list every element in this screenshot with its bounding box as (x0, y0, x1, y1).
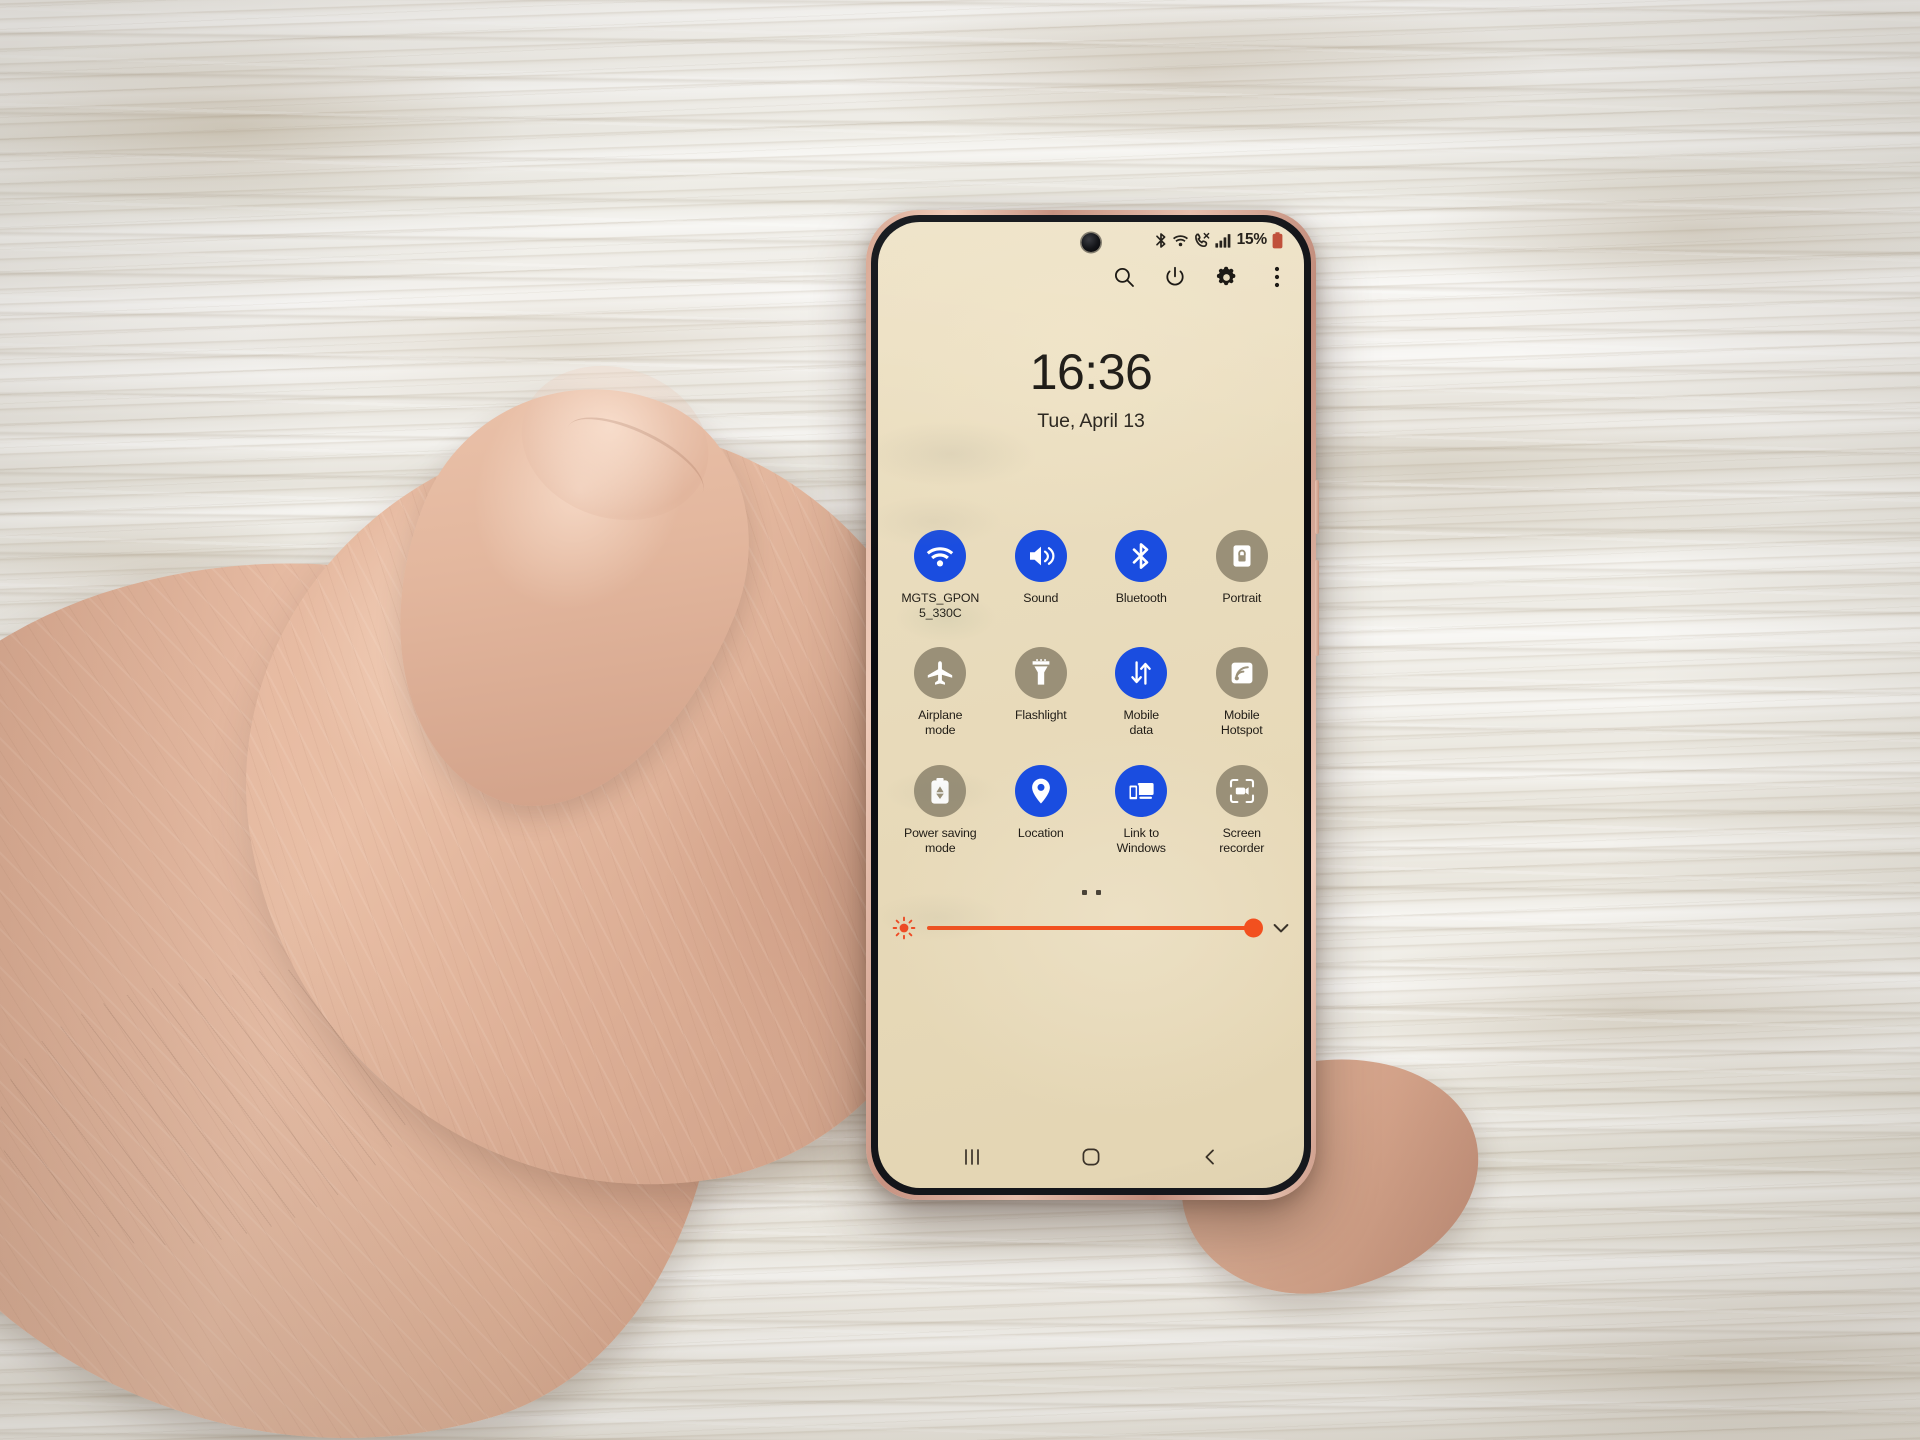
more-options-icon[interactable] (1264, 264, 1290, 290)
photo-scene: 15% (0, 0, 1920, 1440)
quick-panel-toolbar (1111, 264, 1290, 290)
photo-vignette (0, 0, 1920, 1440)
volume-side-button[interactable] (1315, 560, 1319, 656)
power-icon[interactable] (1162, 264, 1188, 290)
search-icon[interactable] (1111, 264, 1137, 290)
settings-gear-icon[interactable] (1213, 264, 1239, 290)
battery-percentage: 15% (1236, 231, 1268, 248)
power-side-button[interactable] (1315, 480, 1319, 534)
status-bar: 15% (1155, 231, 1283, 249)
call-network-icon (1194, 232, 1210, 248)
bluetooth-icon (1155, 232, 1167, 249)
front-camera-punch-hole (1081, 233, 1101, 252)
battery-icon (1272, 231, 1283, 249)
signal-bars-icon (1214, 233, 1231, 248)
wifi-icon (1172, 232, 1189, 248)
